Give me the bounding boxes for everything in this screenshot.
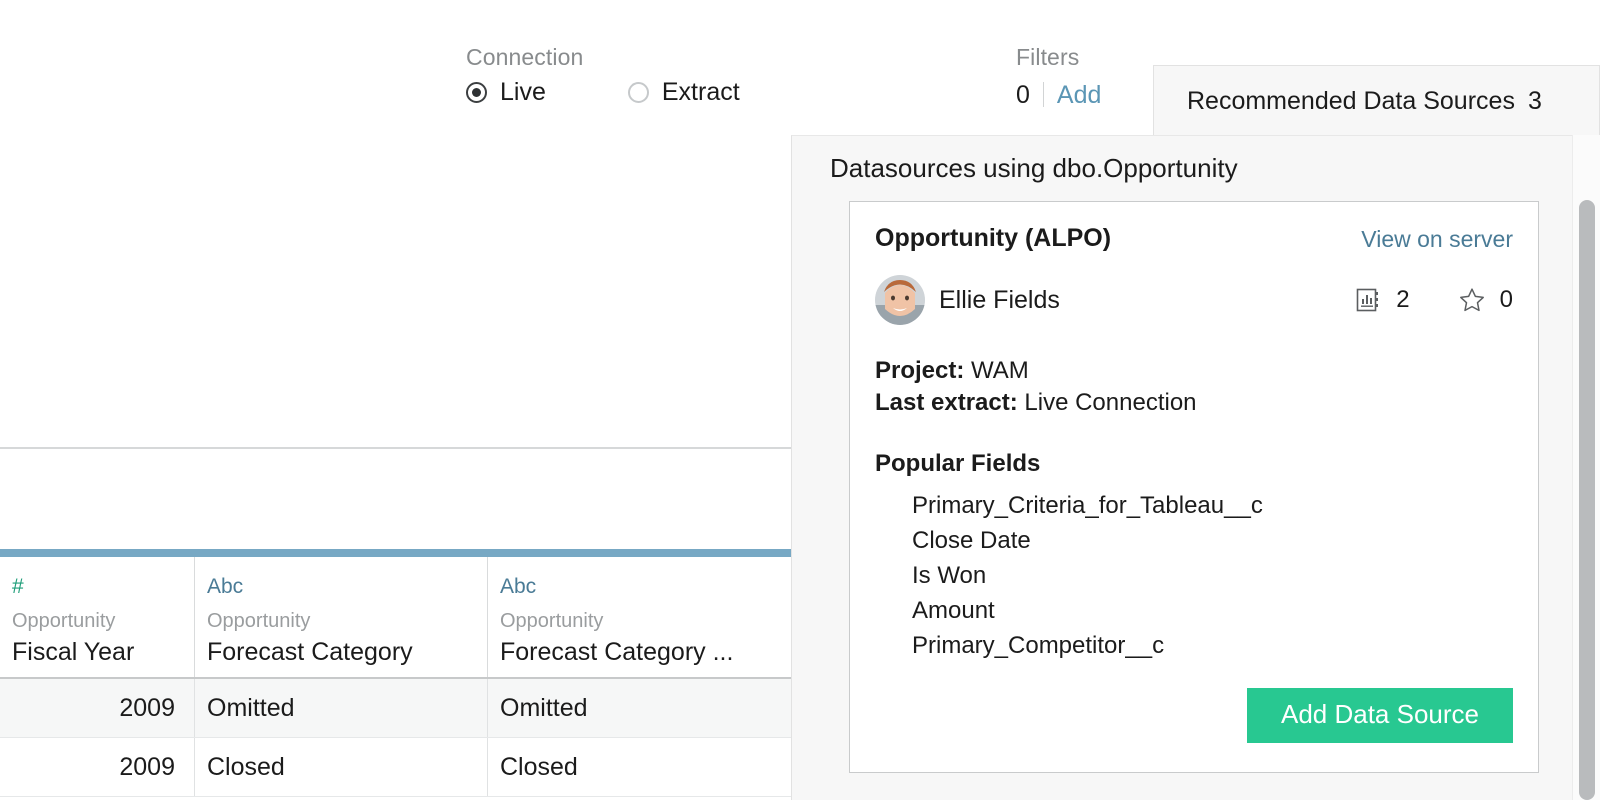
meta-last-extract-label: Last extract: — [875, 389, 1018, 416]
column-field-name: Fiscal Year — [12, 638, 135, 666]
data-source-author-row: Ellie Fields 2 0 — [875, 275, 1513, 325]
data-source-stats: 2 0 — [1354, 286, 1513, 314]
filters-divider — [1042, 82, 1044, 107]
filters-add-link[interactable]: Add — [1057, 81, 1101, 110]
list-item: Amount — [912, 597, 995, 624]
column-header-forecast-category[interactable]: Abc Opportunity Forecast Category — [195, 557, 488, 679]
connection-radio-row: Live Extract — [466, 78, 740, 107]
meta-last-extract-value: Live Connection — [1024, 389, 1197, 416]
cell-fiscal-year: 2009 — [0, 679, 195, 737]
recommendations-panel: Datasources using dbo.Opportunity Opport… — [791, 135, 1600, 800]
popular-fields-title: Popular Fields — [875, 450, 1041, 477]
add-data-source-button[interactable]: Add Data Source — [1246, 688, 1513, 743]
data-source-card-actions: Add Data Source — [1246, 688, 1513, 743]
filters-count: 0 — [1016, 81, 1030, 109]
connection-label: Connection — [466, 44, 584, 70]
tab-recommended-data-sources-count: 3 — [1527, 87, 1542, 115]
vertical-scrollbar-track[interactable] — [1572, 135, 1600, 800]
column-table-name: Opportunity — [500, 610, 604, 632]
meta-last-extract: Last extract: Live Connection — [875, 387, 1513, 419]
data-source-meta: Project: WAM Last extract: Live Connecti… — [875, 355, 1513, 419]
data-grid-body: 2009 Omitted Omitted 2009 Closed Closed — [0, 679, 791, 797]
data-grid-header: # Opportunity Fiscal Year Abc Opportunit… — [0, 557, 791, 679]
connection-option-live[interactable]: Live — [466, 78, 546, 107]
data-source-card-inner: Opportunity (ALPO) View on server Ellie … — [850, 202, 1538, 772]
author-info: Ellie Fields — [875, 275, 1060, 325]
pane-divider — [0, 447, 791, 449]
table-row[interactable]: 2009 Omitted Omitted — [0, 679, 791, 738]
list-item: Is Won — [912, 562, 987, 589]
column-field-name: Forecast Category — [207, 638, 413, 666]
list-item: Primary_Criteria_for_Tableau__c — [912, 492, 1263, 519]
meta-project-label: Project: — [875, 357, 965, 384]
column-header-forecast-category-2[interactable]: Abc Opportunity Forecast Category ... — [488, 557, 791, 679]
column-header-fiscal-year[interactable]: # Opportunity Fiscal Year — [0, 557, 195, 679]
data-grid-top-bar — [0, 549, 791, 557]
column-field-name: Forecast Category ... — [500, 638, 734, 666]
tab-recommended-data-sources-label: Recommended Data Sources — [1187, 87, 1515, 115]
meta-project: Project: WAM — [875, 355, 1513, 387]
column-type-icon-string: Abc — [500, 575, 537, 598]
app-root: Connection Live Extract Filters 0 Add Re… — [0, 0, 1600, 800]
cell-forecast-category-2: Closed — [500, 752, 578, 781]
stat-workbooks-value: 2 — [1396, 286, 1410, 313]
column-table-name: Opportunity — [12, 610, 116, 632]
filters-label: Filters — [1016, 44, 1080, 70]
data-source-card-header: Opportunity (ALPO) View on server — [875, 224, 1513, 253]
cell-forecast-category-2: Omitted — [500, 693, 588, 722]
popular-fields-list: Primary_Criteria_for_Tableau__c Close Da… — [875, 488, 1513, 663]
meta-project-value: WAM — [971, 357, 1029, 384]
tab-recommended-data-sources[interactable]: Recommended Data Sources 3 — [1153, 65, 1600, 137]
data-grid-header-row: # Opportunity Fiscal Year Abc Opportunit… — [0, 557, 791, 679]
cell-forecast-category: Omitted — [195, 679, 488, 737]
connection-option-live-label: Live — [500, 78, 546, 106]
list-item: Primary_Competitor__c — [912, 632, 1165, 659]
list-item: Close Date — [912, 527, 1031, 554]
workbook-icon — [1354, 286, 1382, 314]
data-source-card[interactable]: Opportunity (ALPO) View on server Ellie … — [849, 201, 1539, 773]
radio-unselected-icon[interactable] — [627, 82, 649, 103]
view-on-server-link[interactable]: View on server — [1361, 226, 1513, 253]
star-icon[interactable] — [1458, 286, 1486, 314]
data-grid: # Opportunity Fiscal Year Abc Opportunit… — [0, 549, 791, 800]
cell-forecast-category: Closed — [195, 738, 488, 796]
connection-group: Connection Live Extract — [466, 42, 740, 107]
connection-option-extract-label: Extract — [661, 78, 740, 106]
cell-fiscal-year: 2009 — [0, 738, 195, 796]
connection-option-extract[interactable]: Extract — [627, 78, 740, 107]
column-type-icon-number: # — [12, 575, 24, 598]
stat-favorites-value: 0 — [1499, 286, 1513, 313]
avatar — [875, 275, 925, 325]
filters-group: Filters 0 Add — [1016, 42, 1101, 110]
stat-favorites: 0 — [1458, 286, 1513, 314]
stat-workbooks: 2 — [1354, 286, 1410, 314]
radio-selected-icon[interactable] — [466, 82, 487, 103]
data-source-title: Opportunity (ALPO) — [875, 224, 1112, 252]
vertical-scrollbar-thumb[interactable] — [1579, 200, 1595, 800]
column-type-icon-string: Abc — [207, 575, 244, 598]
column-table-name: Opportunity — [207, 610, 311, 632]
author-name: Ellie Fields — [939, 285, 1060, 314]
recommendations-panel-title: Datasources using dbo.Opportunity — [830, 153, 1238, 183]
table-row[interactable]: 2009 Closed Closed — [0, 738, 791, 797]
filters-row: 0 Add — [1016, 78, 1101, 110]
